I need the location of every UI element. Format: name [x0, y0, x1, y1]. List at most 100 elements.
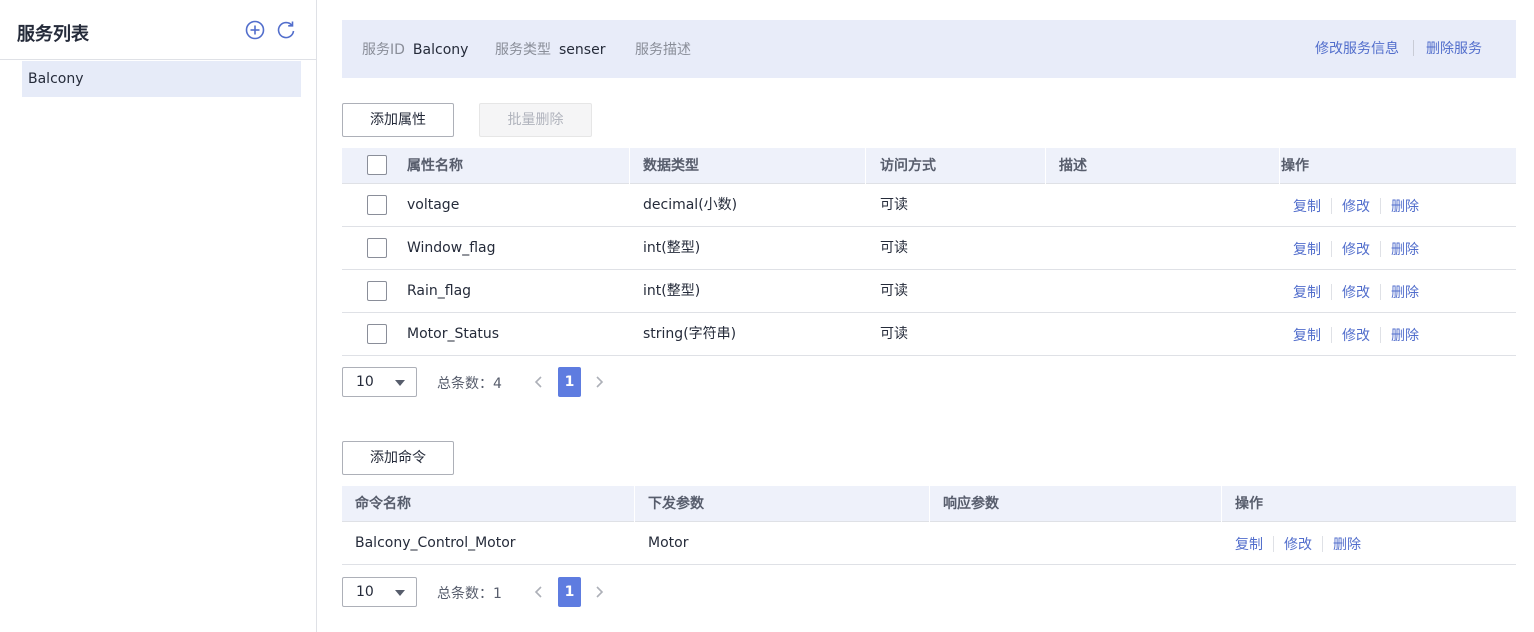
properties-table: 属性名称 数据类型 访问方式 描述 操作 voltage decimal(小数)…: [342, 148, 1516, 356]
delete-service-link[interactable]: 删除服务: [1426, 38, 1482, 58]
property-desc: [1049, 184, 1059, 227]
page-size-value: 10: [356, 584, 374, 600]
copy-link[interactable]: 复制: [1293, 282, 1321, 302]
edit-link[interactable]: 修改: [1342, 196, 1370, 216]
property-access: 可读: [880, 283, 908, 299]
property-access: 可读: [880, 240, 908, 256]
commands-table: 命令名称 下发参数 响应参数 操作 Balcony_Control_Motor …: [342, 486, 1516, 565]
column-divider: [1045, 148, 1046, 184]
property-access: 可读: [880, 197, 908, 213]
command-send-params: Motor: [648, 535, 689, 551]
property-type: string(字符串): [643, 326, 737, 342]
sidebar-title: 服务列表: [17, 24, 89, 45]
table-row: Motor_Status string(字符串) 可读 复制 修改 删除: [342, 313, 1516, 356]
service-id-field: 服务ID Balcony: [362, 39, 468, 59]
page-size-select[interactable]: 10: [342, 367, 417, 397]
chevron-left-icon[interactable]: [532, 584, 546, 600]
delete-link[interactable]: 删除: [1391, 325, 1419, 345]
property-access: 可读: [880, 326, 908, 342]
service-desc-label: 服务描述: [635, 42, 691, 58]
commands-pagination: 10 总条数：1 1: [342, 577, 642, 609]
chevron-left-icon[interactable]: [532, 374, 546, 390]
row-actions: 复制 修改 删除: [1293, 313, 1419, 356]
total-count: 总条数：1: [437, 586, 502, 602]
row-actions: 复制 修改 删除: [1293, 227, 1419, 270]
row-checkbox[interactable]: [367, 238, 387, 258]
property-desc: [1049, 270, 1059, 313]
column-header-desc: 描述: [1059, 158, 1087, 174]
property-name: Rain_flag: [407, 283, 472, 299]
copy-link[interactable]: 复制: [1293, 239, 1321, 259]
row-checkbox[interactable]: [367, 324, 387, 344]
property-name: Motor_Status: [407, 326, 500, 342]
copy-link[interactable]: 复制: [1293, 325, 1321, 345]
property-type: int(整型): [643, 240, 701, 256]
action-divider: [1331, 240, 1332, 257]
column-header-type: 数据类型: [643, 158, 699, 174]
column-divider: [1221, 486, 1222, 522]
table-row: voltage decimal(小数) 可读 复制 修改 删除: [342, 184, 1516, 227]
service-type-label: 服务类型: [495, 42, 551, 58]
row-checkbox[interactable]: [367, 195, 387, 215]
column-divider: [865, 148, 866, 184]
column-divider: [634, 486, 635, 522]
refresh-icon[interactable]: [275, 19, 297, 41]
batch-delete-button[interactable]: 批量删除: [479, 103, 592, 137]
service-desc-field: 服务描述: [635, 39, 691, 59]
edit-link[interactable]: 修改: [1284, 534, 1312, 554]
row-actions: 复制 修改 删除: [1235, 522, 1361, 565]
copy-link[interactable]: 复制: [1293, 196, 1321, 216]
delete-link[interactable]: 删除: [1391, 196, 1419, 216]
column-header-resp-params: 响应参数: [943, 496, 999, 512]
info-divider: [1413, 40, 1414, 56]
service-sidebar: 服务列表 Balcony: [0, 0, 317, 632]
service-id-label: 服务ID: [362, 42, 405, 58]
chevron-right-icon[interactable]: [592, 374, 606, 390]
page-button-1[interactable]: 1: [558, 367, 581, 397]
add-command-button[interactable]: 添加命令: [342, 441, 454, 475]
edit-link[interactable]: 修改: [1342, 282, 1370, 302]
row-checkbox[interactable]: [367, 281, 387, 301]
delete-link[interactable]: 删除: [1391, 239, 1419, 259]
table-row: Balcony_Control_Motor Motor 复制 修改 删除: [342, 522, 1516, 565]
table-row: Rain_flag int(整型) 可读 复制 修改 删除: [342, 270, 1516, 313]
column-header-ops: 操作: [1281, 158, 1309, 174]
select-all-checkbox[interactable]: [367, 155, 387, 175]
edit-link[interactable]: 修改: [1342, 325, 1370, 345]
action-divider: [1331, 283, 1332, 300]
caret-down-icon: [395, 590, 405, 596]
property-desc: [1049, 227, 1059, 270]
action-divider: [1380, 326, 1381, 343]
action-divider: [1331, 197, 1332, 214]
sidebar-header: 服务列表: [0, 0, 316, 60]
action-divider: [1273, 535, 1274, 552]
copy-link[interactable]: 复制: [1235, 534, 1263, 554]
column-header-name: 属性名称: [407, 158, 463, 174]
delete-link[interactable]: 删除: [1333, 534, 1361, 554]
edit-service-link[interactable]: 修改服务信息: [1315, 38, 1399, 58]
properties-table-header: 属性名称 数据类型 访问方式 描述 操作: [342, 148, 1516, 184]
plus-circle-icon[interactable]: [244, 19, 266, 41]
delete-link[interactable]: 删除: [1391, 282, 1419, 302]
edit-link[interactable]: 修改: [1342, 239, 1370, 259]
sidebar-item-balcony[interactable]: Balcony: [22, 61, 301, 97]
column-header-ops: 操作: [1235, 496, 1263, 512]
caret-down-icon: [395, 380, 405, 386]
service-id-value: Balcony: [412, 42, 469, 58]
column-header-command-name: 命令名称: [355, 496, 411, 512]
chevron-right-icon[interactable]: [592, 584, 606, 600]
page-button-1[interactable]: 1: [558, 577, 581, 607]
action-divider: [1331, 326, 1332, 343]
property-type: decimal(小数): [643, 197, 738, 213]
command-name: Balcony_Control_Motor: [355, 535, 516, 551]
add-property-button[interactable]: 添加属性: [342, 103, 454, 137]
property-type: int(整型): [643, 283, 701, 299]
page-size-select[interactable]: 10: [342, 577, 417, 607]
properties-pagination: 10 总条数：4 1: [342, 367, 642, 399]
service-type-field: 服务类型 senser: [495, 39, 605, 59]
property-name: Window_flag: [407, 240, 496, 256]
total-count: 总条数：4: [437, 376, 502, 392]
column-divider: [629, 148, 630, 184]
page-size-value: 10: [356, 374, 374, 390]
action-divider: [1380, 240, 1381, 257]
